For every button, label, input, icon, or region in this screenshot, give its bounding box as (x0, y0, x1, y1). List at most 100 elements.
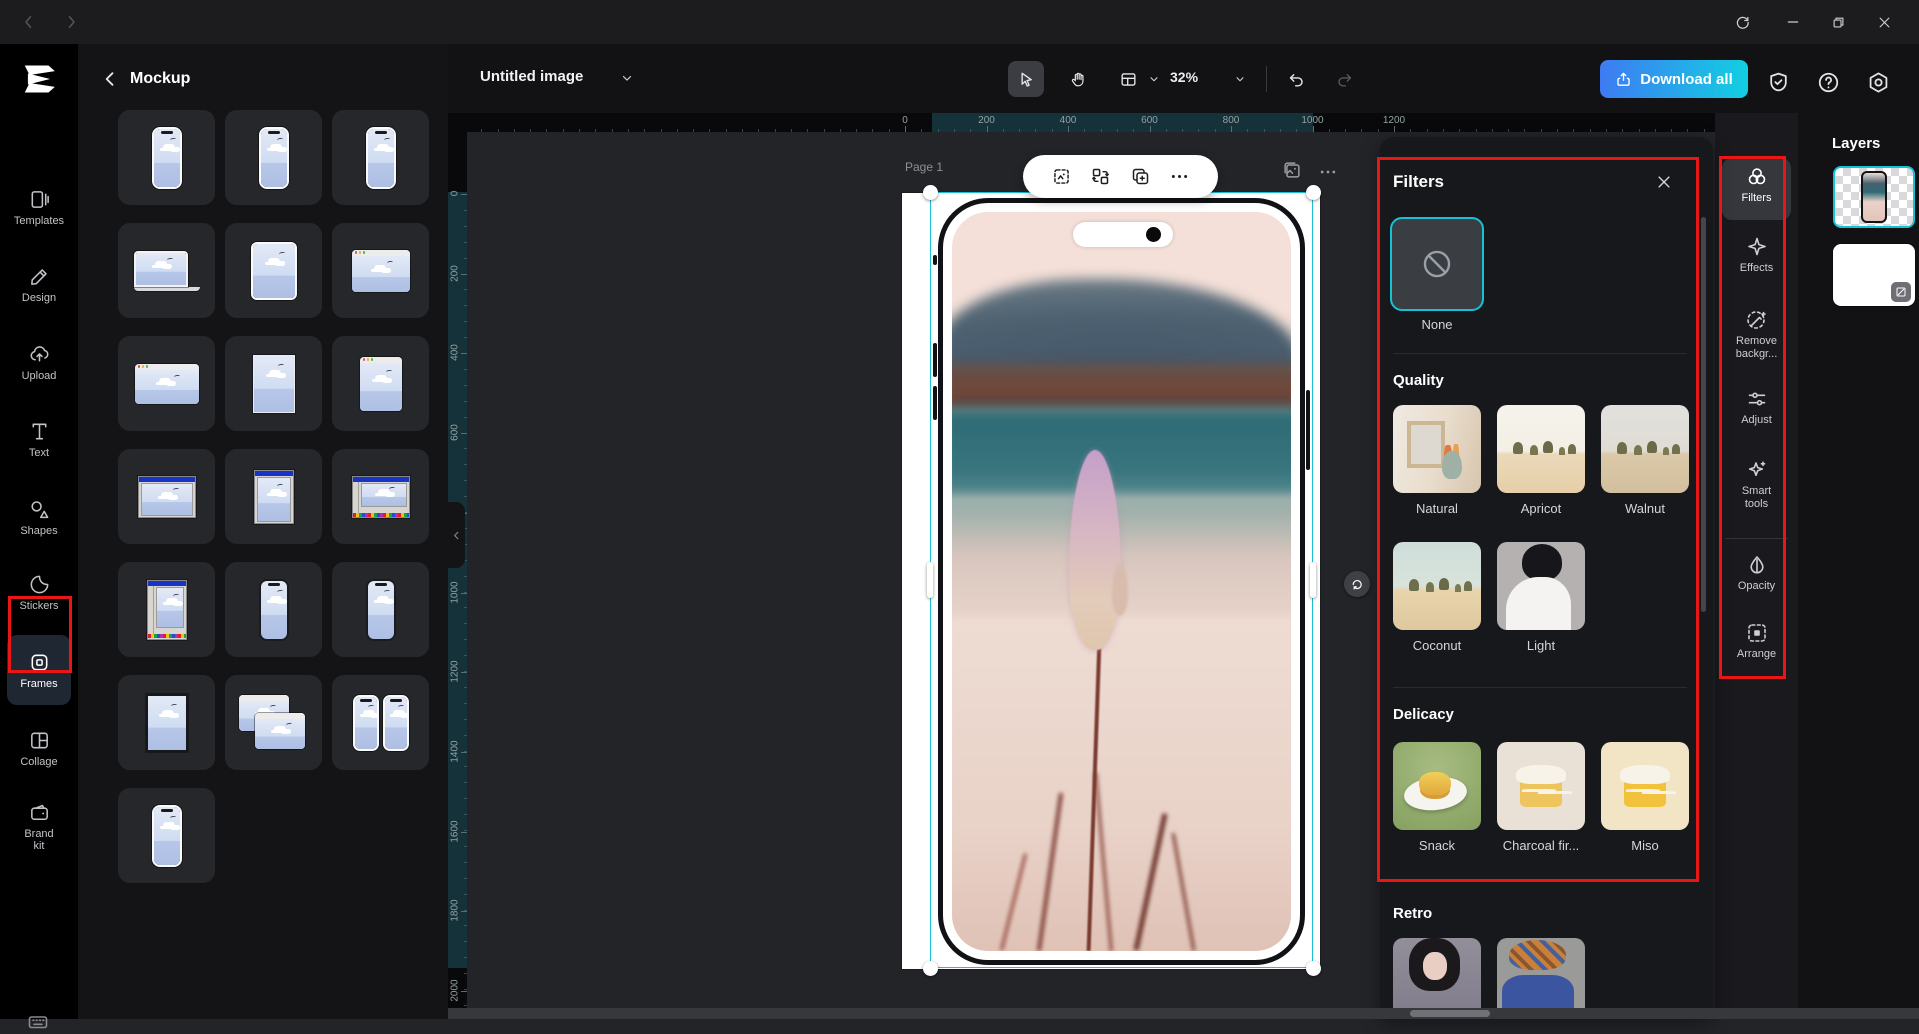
nav-back-icon[interactable] (14, 8, 44, 36)
mockup-card-phone[interactable] (332, 110, 429, 205)
document-title-chevron-down-icon[interactable] (620, 71, 634, 85)
help-icon[interactable] (1816, 70, 1841, 95)
sidebar-item-templates[interactable]: Templates (7, 172, 71, 242)
rotate-handle[interactable] (1344, 571, 1370, 597)
nav-forward-icon[interactable] (56, 8, 86, 36)
selection-handle-bottom-left[interactable] (923, 961, 938, 976)
horizontal-scrollbar-track[interactable] (448, 1008, 1919, 1019)
duplicate-icon[interactable] (1130, 166, 1151, 187)
document-title[interactable]: Untitled image (480, 68, 583, 85)
mockup-card-cascade[interactable] (225, 675, 322, 770)
tool-label: Filters (1742, 192, 1772, 205)
filter-swatch-retro-2[interactable] (1497, 938, 1585, 1019)
page-label[interactable]: Page 1 (905, 160, 943, 174)
mockup-card-laptop[interactable] (118, 223, 215, 318)
replace-icon[interactable] (1090, 166, 1111, 187)
panel-collapse-handle[interactable] (448, 502, 465, 568)
capcut-logo[interactable] (0, 44, 78, 114)
safety-shield-icon[interactable] (1766, 70, 1791, 95)
mockup-card-phone-black[interactable] (332, 562, 429, 657)
filters-panel: Filters None QualityNaturalApricotWalnut… (1380, 137, 1713, 1019)
mockup-card-phone[interactable] (118, 788, 215, 883)
undo-button[interactable] (1278, 61, 1314, 97)
sidebar-item-shapes[interactable]: Shapes (7, 482, 71, 552)
hand-tool-button[interactable] (1060, 61, 1096, 97)
dynamic-island (1073, 222, 1173, 247)
sidebar-item-frames[interactable]: Frames (7, 635, 71, 705)
minimize-button[interactable] (1778, 8, 1808, 36)
layer-item-phone[interactable] (1833, 166, 1915, 228)
filter-swatch-miso[interactable] (1601, 742, 1689, 830)
sidebar-item-upload[interactable]: Upload (7, 327, 71, 397)
settings-gear-icon[interactable] (1866, 70, 1891, 95)
tool-arrange[interactable]: Arrange (1722, 621, 1791, 661)
mockup-card-photo-black[interactable] (118, 675, 215, 770)
zoom-chevron-down-icon[interactable] (1234, 73, 1246, 85)
mockup-card-phone-black[interactable] (225, 562, 322, 657)
selection-handle-top-left[interactable] (923, 185, 938, 200)
filter-swatch-light[interactable] (1497, 542, 1585, 630)
tool-label: Removebackgr... (1736, 335, 1778, 361)
keyboard-shortcuts-icon[interactable] (26, 1010, 50, 1034)
page-more-options-icon[interactable] (1318, 162, 1338, 182)
mockup-card-dualphones[interactable] (332, 675, 429, 770)
sidebar-item-collage[interactable]: Collage (7, 713, 71, 783)
refresh-button[interactable] (1727, 8, 1757, 36)
crop-image-icon[interactable] (1051, 166, 1072, 187)
layer-item-background[interactable] (1833, 244, 1915, 306)
selection-handle-left[interactable] (927, 562, 933, 598)
tool-filters[interactable]: Filters (1722, 165, 1791, 205)
filters-scrollbar[interactable] (1701, 217, 1706, 612)
filter-swatch-walnut[interactable] (1601, 405, 1689, 493)
zoom-level[interactable]: 32% (1170, 69, 1198, 85)
mockup-card-macwin[interactable] (332, 223, 429, 318)
filters-close-icon[interactable] (1655, 173, 1673, 191)
maximize-button[interactable] (1823, 8, 1853, 36)
tool-smart-tools[interactable]: Smarttools (1722, 458, 1791, 511)
sidebar-item-design[interactable]: Design (7, 249, 71, 319)
mockup-card-paint[interactable] (332, 449, 429, 544)
horizontal-scrollbar-thumb[interactable] (1410, 1010, 1490, 1017)
download-all-button[interactable]: Download all (1600, 60, 1748, 98)
sidebar-item-stickers[interactable]: Stickers (7, 557, 71, 627)
redo-button[interactable] (1326, 61, 1362, 97)
page-thumbnail-icon[interactable] (1281, 159, 1303, 181)
filter-none-swatch[interactable] (1390, 217, 1484, 311)
close-button[interactable] (1869, 8, 1899, 36)
mockup-card-retro[interactable] (118, 449, 215, 544)
mockup-card-tablet[interactable] (225, 223, 322, 318)
filter-swatch-natural[interactable] (1393, 405, 1481, 493)
mockup-card-paint-portrait[interactable] (118, 562, 215, 657)
more-options-icon[interactable] (1169, 166, 1190, 187)
selection-handle-bottom-right[interactable] (1306, 961, 1321, 976)
sidebar-item-brand-kit[interactable]: Brandkit (7, 784, 71, 868)
selection-handle-right[interactable] (1310, 562, 1316, 598)
mockup-card-macwin-wide[interactable] (118, 336, 215, 431)
tool-adjust[interactable]: Adjust (1722, 387, 1791, 427)
mockup-card-macwin-portrait[interactable] (332, 336, 429, 431)
phone-mockup-frame[interactable] (938, 198, 1305, 965)
phone-mute-button (933, 255, 937, 265)
layout-chevron-down-icon[interactable] (1148, 73, 1160, 85)
tool-label: Effects (1740, 262, 1773, 275)
filter-swatch-coconut[interactable] (1393, 542, 1481, 630)
adjust-icon (1745, 387, 1769, 411)
selection-handle-top-right[interactable] (1306, 185, 1321, 200)
filter-swatch-apricot[interactable] (1497, 405, 1585, 493)
tool-effects[interactable]: Effects (1722, 235, 1791, 275)
filter-swatch-retro-1[interactable] (1393, 938, 1481, 1019)
filter-swatch-charcoal[interactable] (1497, 742, 1585, 830)
mockup-card-phone[interactable] (118, 110, 215, 205)
layout-grid-tool-button[interactable] (1110, 61, 1146, 97)
mockup-card-photo[interactable] (225, 336, 322, 431)
mockup-card-retro-portrait[interactable] (225, 449, 322, 544)
sidebar-item-text[interactable]: Text (7, 404, 71, 474)
select-tool-button[interactable] (1008, 61, 1044, 97)
tool-opacity[interactable]: Opacity (1722, 553, 1791, 593)
ruler-corner (448, 113, 467, 132)
filter-swatch-snack[interactable] (1393, 742, 1481, 830)
export-icon (1615, 71, 1632, 88)
tool-remove-backgr[interactable]: Removebackgr... (1722, 308, 1791, 361)
panel-back-icon[interactable] (100, 69, 120, 89)
mockup-card-phone[interactable] (225, 110, 322, 205)
